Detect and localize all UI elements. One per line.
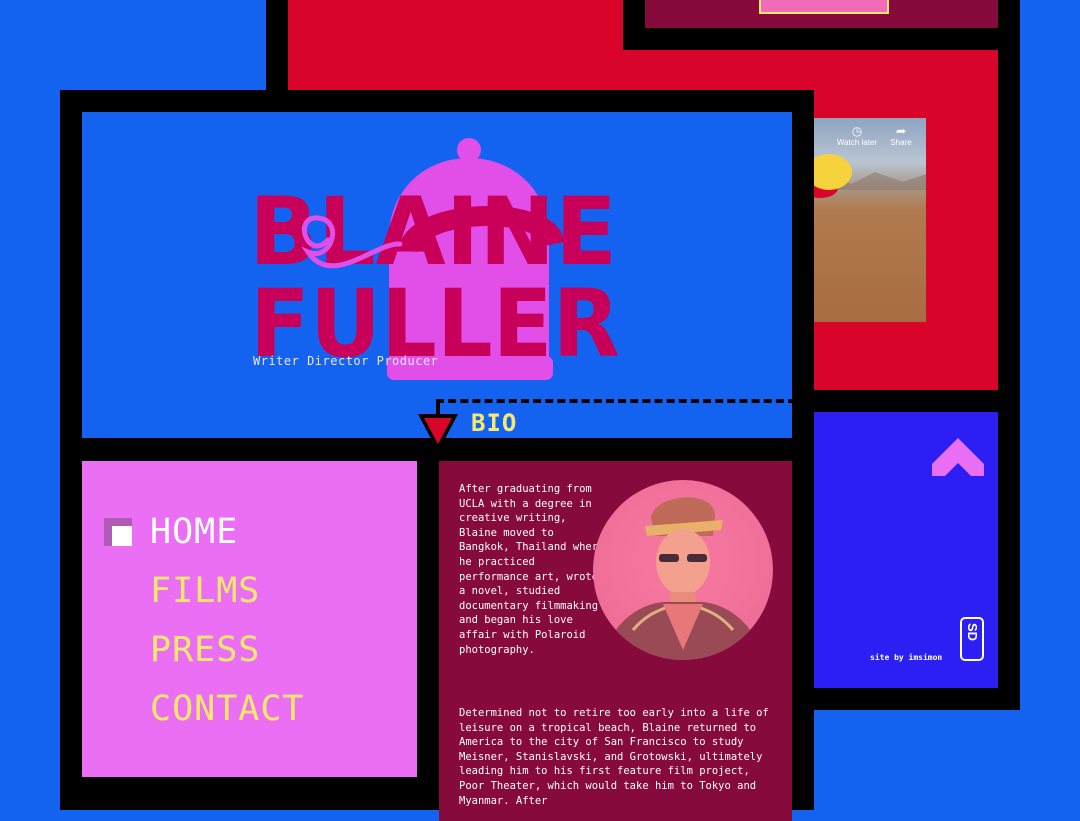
share-label: Share [890, 138, 912, 147]
top-window [623, 0, 1020, 50]
designer-logo-icon[interactable]: SD [960, 617, 984, 661]
watch-later-button[interactable]: ◷ Watch later [832, 124, 882, 147]
watch-later-label: Watch later [836, 138, 878, 147]
bio-paragraph: Determined not to retire too early into … [459, 707, 769, 807]
portrait-photo [593, 480, 773, 660]
portrait-figure [603, 497, 763, 660]
nav-home[interactable]: HOME [150, 512, 238, 552]
footer-window [790, 390, 1020, 710]
scroll-up-icon[interactable] [932, 438, 984, 478]
logo: BLAINE FULLER [249, 138, 620, 380]
nav-contact[interactable]: CONTACT [150, 689, 305, 729]
bio-link[interactable]: BIO [471, 409, 517, 437]
share-icon: ➦ [895, 124, 907, 138]
hero-panel: BLAINE FULLER [82, 112, 792, 438]
top-window-button[interactable] [759, 0, 889, 14]
share-button[interactable]: ➦ Share [876, 124, 926, 147]
nav-press[interactable]: PRESS [150, 630, 260, 670]
triangle-down-icon [418, 414, 458, 452]
active-marker-icon [104, 518, 132, 546]
site-credit[interactable]: site by imsimon [870, 653, 942, 662]
clock-icon: ◷ [851, 124, 863, 138]
designer-logo-text: SD [965, 623, 980, 642]
video-player[interactable]: ◷ Watch later ➦ Share [812, 118, 926, 322]
bio-paragraph: After graduating from UCLA with a degree… [459, 483, 605, 656]
hero-subtitle: Writer Director Producer [253, 354, 439, 368]
nav-panel [82, 461, 417, 777]
nav-films[interactable]: FILMS [150, 571, 260, 611]
